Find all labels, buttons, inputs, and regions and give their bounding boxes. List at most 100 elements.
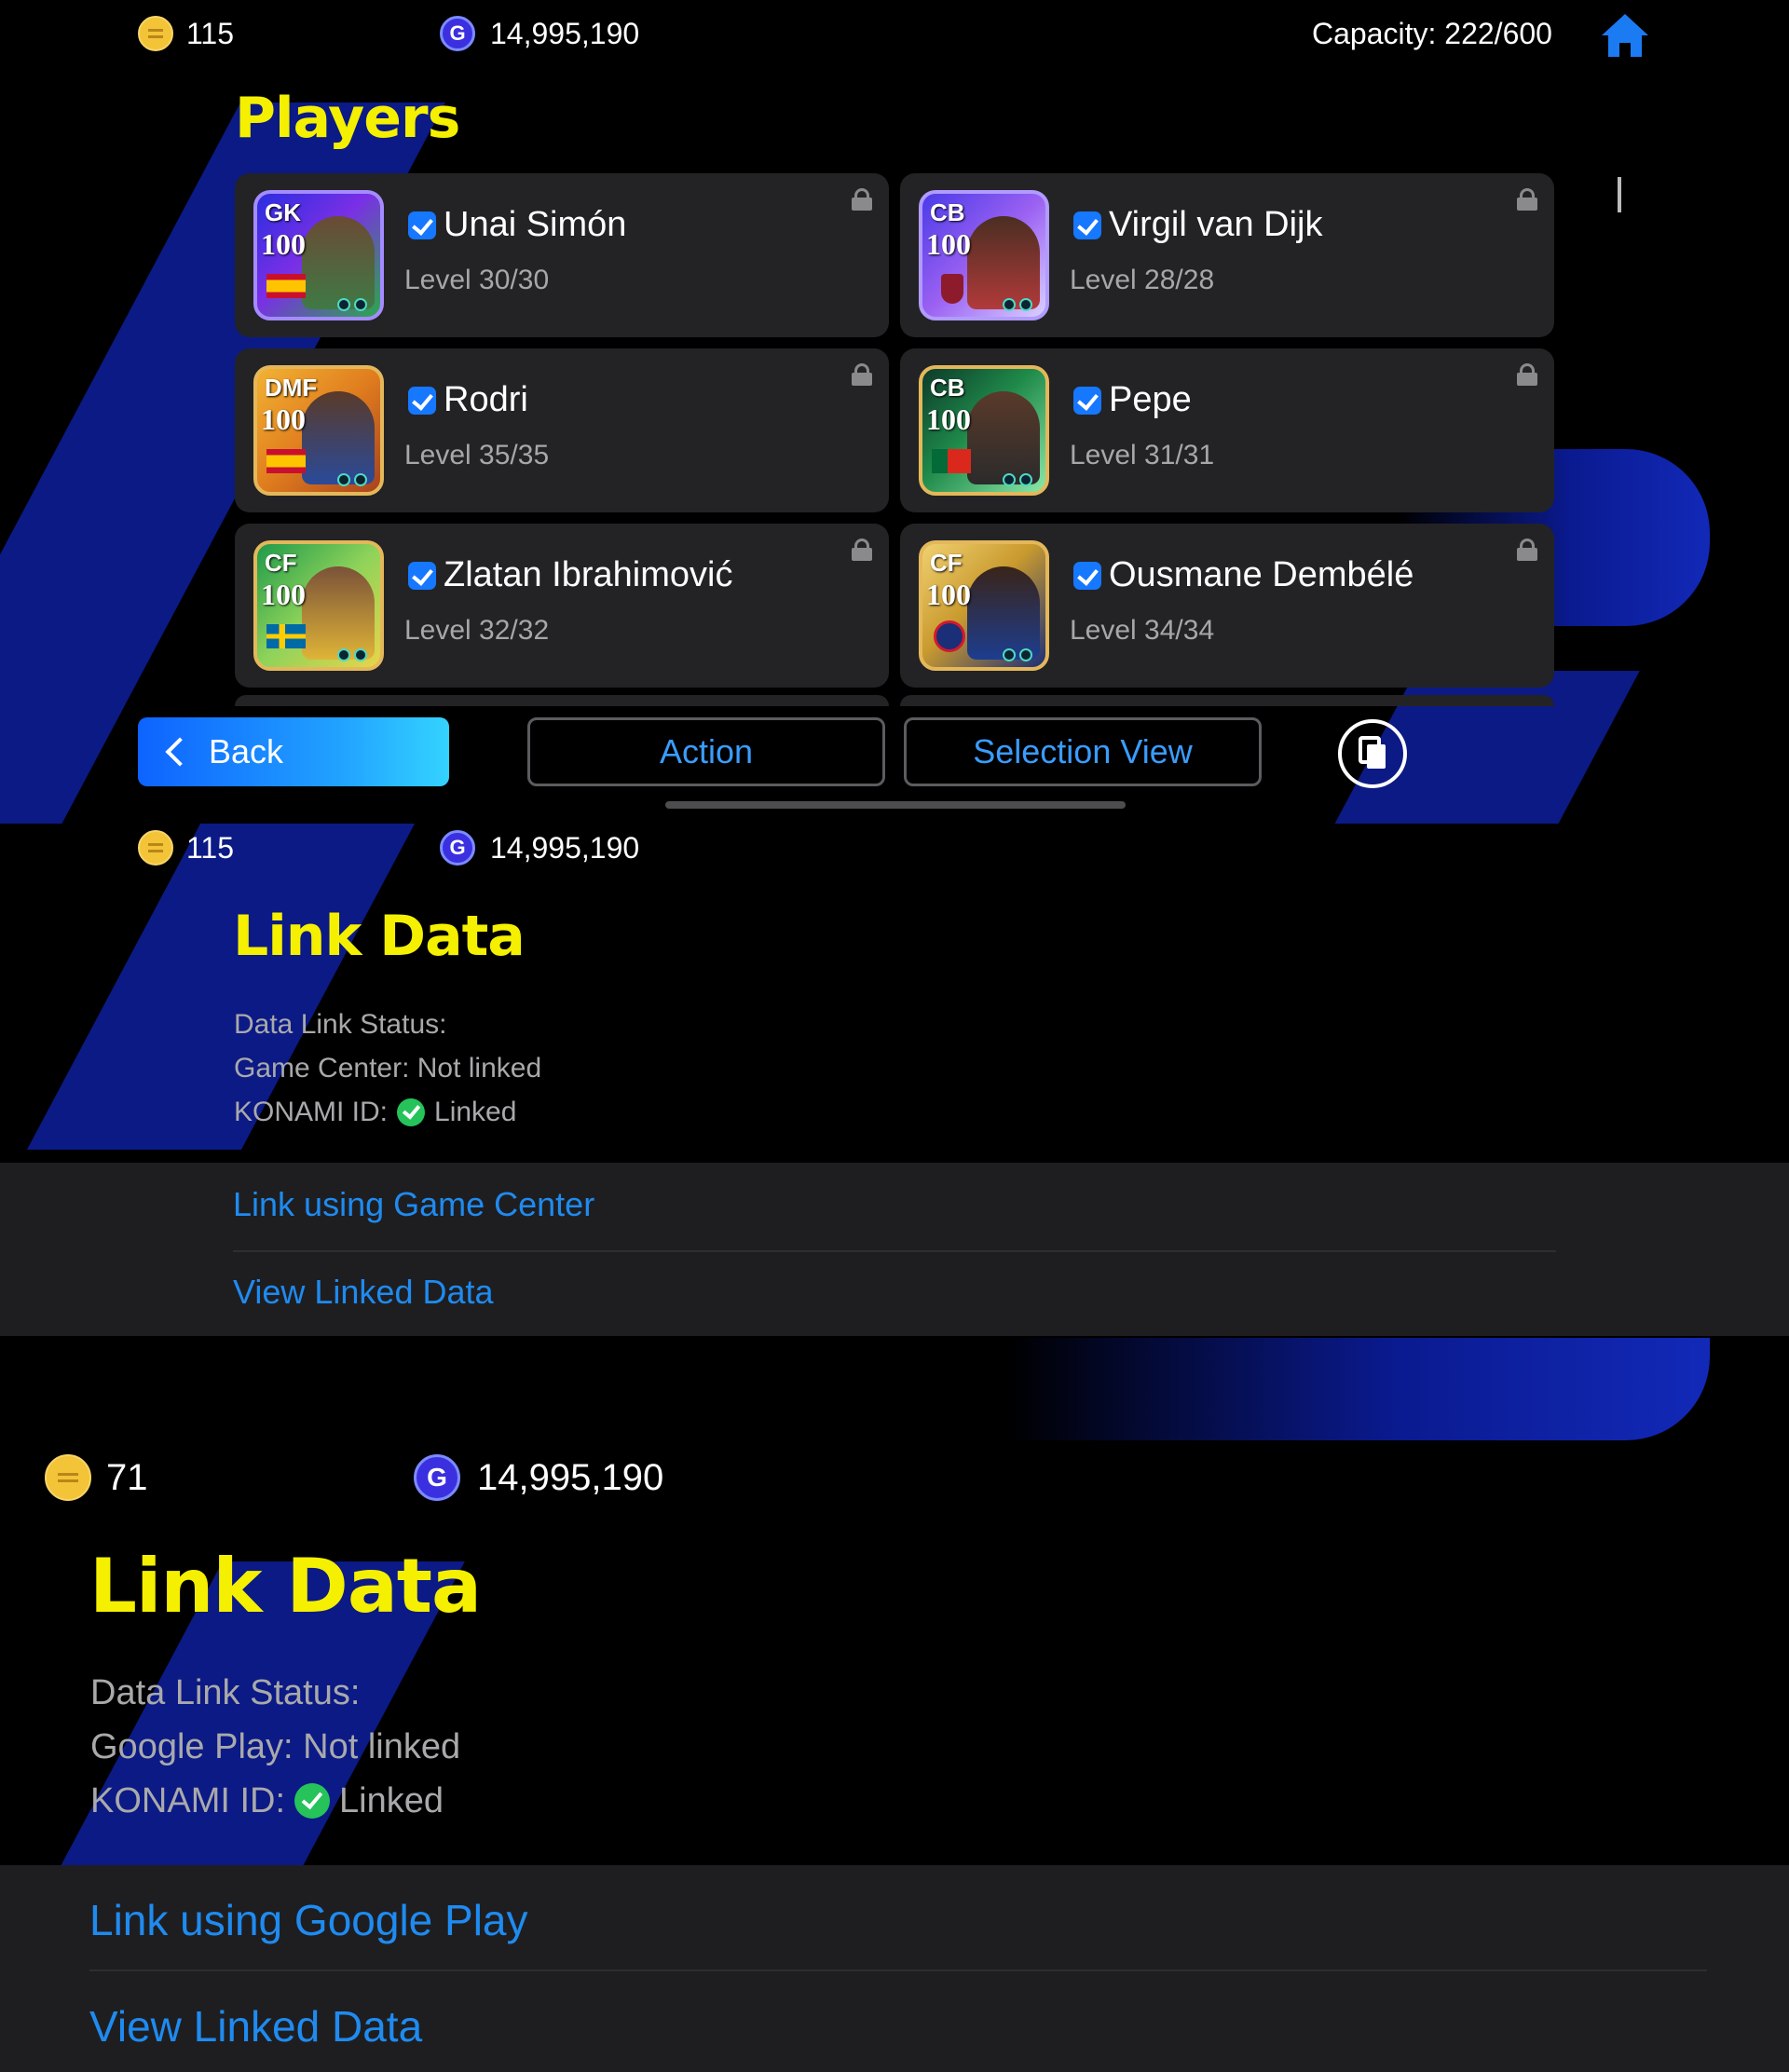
player-thumbnail: CF 100 <box>919 540 1049 671</box>
gp-icon: G <box>440 16 475 51</box>
scrollbar[interactable] <box>1618 177 1621 212</box>
player-thumbnail: CF 100 <box>253 540 384 671</box>
skill-icons <box>337 648 367 661</box>
player-level: Level 31/31 <box>1070 440 1215 470</box>
currency-bar: 71 G 14,995,190 <box>0 1450 1789 1506</box>
skill-icons <box>1003 473 1032 486</box>
background-stripe <box>1267 671 1640 824</box>
player-card-pepe[interactable]: CB 100 Pepe Level 31/31 <box>900 348 1554 512</box>
player-portrait <box>302 216 375 309</box>
data-link-status: Data Link Status: Game Center: Not linke… <box>234 1002 541 1134</box>
skill-icons <box>337 473 367 486</box>
gp-icon: G <box>414 1454 460 1501</box>
rating-label: 100 <box>261 578 306 611</box>
position-label: CB <box>930 374 965 402</box>
player-card-zlatan-ibrahimovic[interactable]: CF 100 Zlatan Ibrahimović Level 32/32 <box>235 524 889 688</box>
player-portrait <box>302 391 375 484</box>
player-card-virgil-van-dijk[interactable]: CB 100 Virgil van Dijk Level 28/28 <box>900 173 1554 337</box>
selection-view-button[interactable]: Selection View <box>904 717 1262 786</box>
spain-flag-icon <box>266 449 306 473</box>
lock-icon[interactable] <box>1517 363 1537 386</box>
player-card-partial <box>900 695 1554 706</box>
gp-count: 14,995,190 <box>490 16 640 50</box>
player-name: Rodri <box>408 380 528 420</box>
home-indicator <box>665 801 1126 809</box>
lock-icon[interactable] <box>1517 538 1537 561</box>
lock-icon[interactable] <box>852 363 872 386</box>
portugal-flag-icon <box>932 449 971 473</box>
coin-icon <box>138 16 173 51</box>
coin-count: 115 <box>186 16 235 50</box>
position-label: DMF <box>265 374 318 402</box>
player-level: Level 28/28 <box>1070 265 1215 295</box>
link-options: Link using Google Play View Linked Data <box>0 1865 1789 2072</box>
player-thumbnail: DMF 100 <box>253 365 384 496</box>
divider <box>89 1970 1707 1971</box>
check-icon <box>1073 561 1101 590</box>
rating-label: 100 <box>261 227 306 261</box>
currency-bar: 115 G 14,995,190 Capacity: 222/600 <box>0 13 1789 57</box>
sweden-flag-icon <box>266 624 306 648</box>
player-level: Level 35/35 <box>404 440 550 470</box>
coin-icon <box>45 1454 91 1501</box>
gp-count: 14,995,190 <box>477 1456 664 1498</box>
gp-count: 14,995,190 <box>490 830 640 865</box>
player-level: Level 30/30 <box>404 265 550 295</box>
action-button[interactable]: Action <box>527 717 885 786</box>
player-portrait <box>967 566 1040 660</box>
link-google-play-option[interactable]: Link using Google Play <box>89 1895 528 1945</box>
page-title: Link Data <box>89 1543 482 1629</box>
player-name: Ousmane Dembélé <box>1073 555 1413 595</box>
player-name: Unai Simón <box>408 205 626 245</box>
lock-icon[interactable] <box>852 538 872 561</box>
check-icon <box>1073 386 1101 415</box>
player-name: Pepe <box>1073 380 1192 420</box>
google-play-status: Google Play: Not linked <box>90 1727 461 1766</box>
skill-icons <box>1003 298 1032 311</box>
copy-icon <box>1359 736 1386 769</box>
rating-label: 100 <box>926 227 971 261</box>
game-center-status: Game Center: Not linked <box>234 1053 542 1084</box>
lock-icon[interactable] <box>1517 188 1537 211</box>
status-heading: Data Link Status: <box>90 1673 361 1712</box>
gp-icon: G <box>440 830 475 866</box>
view-linked-data-option[interactable]: View Linked Data <box>233 1273 494 1312</box>
back-button[interactable]: Back <box>138 717 449 786</box>
lock-icon[interactable] <box>852 188 872 211</box>
konami-id-status: KONAMI ID: Linked <box>234 1097 517 1127</box>
rating-label: 100 <box>261 402 306 436</box>
chevron-left-icon <box>165 737 195 767</box>
position-label: CF <box>265 549 297 577</box>
coin-count: 115 <box>186 830 235 865</box>
rating-label: 100 <box>926 578 971 611</box>
view-linked-data-option[interactable]: View Linked Data <box>89 2001 422 2052</box>
player-card-rodri[interactable]: DMF 100 Rodri Level 35/35 <box>235 348 889 512</box>
check-icon <box>408 386 436 415</box>
check-circle-icon <box>294 1783 331 1819</box>
link-data-google-play-screen: 71 G 14,995,190 Link Data Data Link Stat… <box>0 1338 1789 2072</box>
player-portrait <box>967 391 1040 484</box>
spain-flag-icon <box>266 274 306 298</box>
player-level: Level 32/32 <box>404 615 550 646</box>
check-icon <box>408 561 436 590</box>
player-level: Level 34/34 <box>1070 615 1215 646</box>
copy-button[interactable] <box>1338 719 1407 788</box>
divider <box>233 1250 1556 1252</box>
player-card-unai-simon[interactable]: GK 100 Unai Simón Level 30/30 <box>235 173 889 337</box>
check-icon <box>1073 211 1101 239</box>
player-card-partial <box>235 695 889 706</box>
position-label: CB <box>930 198 965 226</box>
link-game-center-option[interactable]: Link using Game Center <box>233 1185 594 1224</box>
player-card-ousmane-dembele[interactable]: CF 100 Ousmane Dembélé Level 34/34 <box>900 524 1554 688</box>
data-link-status: Data Link Status: Google Play: Not linke… <box>90 1666 460 1828</box>
skill-icons <box>1003 648 1032 661</box>
status-heading: Data Link Status: <box>234 1009 447 1040</box>
check-circle-icon <box>397 1097 426 1126</box>
player-thumbnail: GK 100 <box>253 190 384 320</box>
player-thumbnail: CB 100 <box>919 365 1049 496</box>
player-portrait <box>967 216 1040 309</box>
home-icon[interactable] <box>1599 11 1651 60</box>
coin-icon <box>138 830 173 866</box>
konami-id-status: KONAMI ID: Linked <box>90 1781 444 1820</box>
link-options: Link using Game Center View Linked Data <box>0 1163 1789 1336</box>
